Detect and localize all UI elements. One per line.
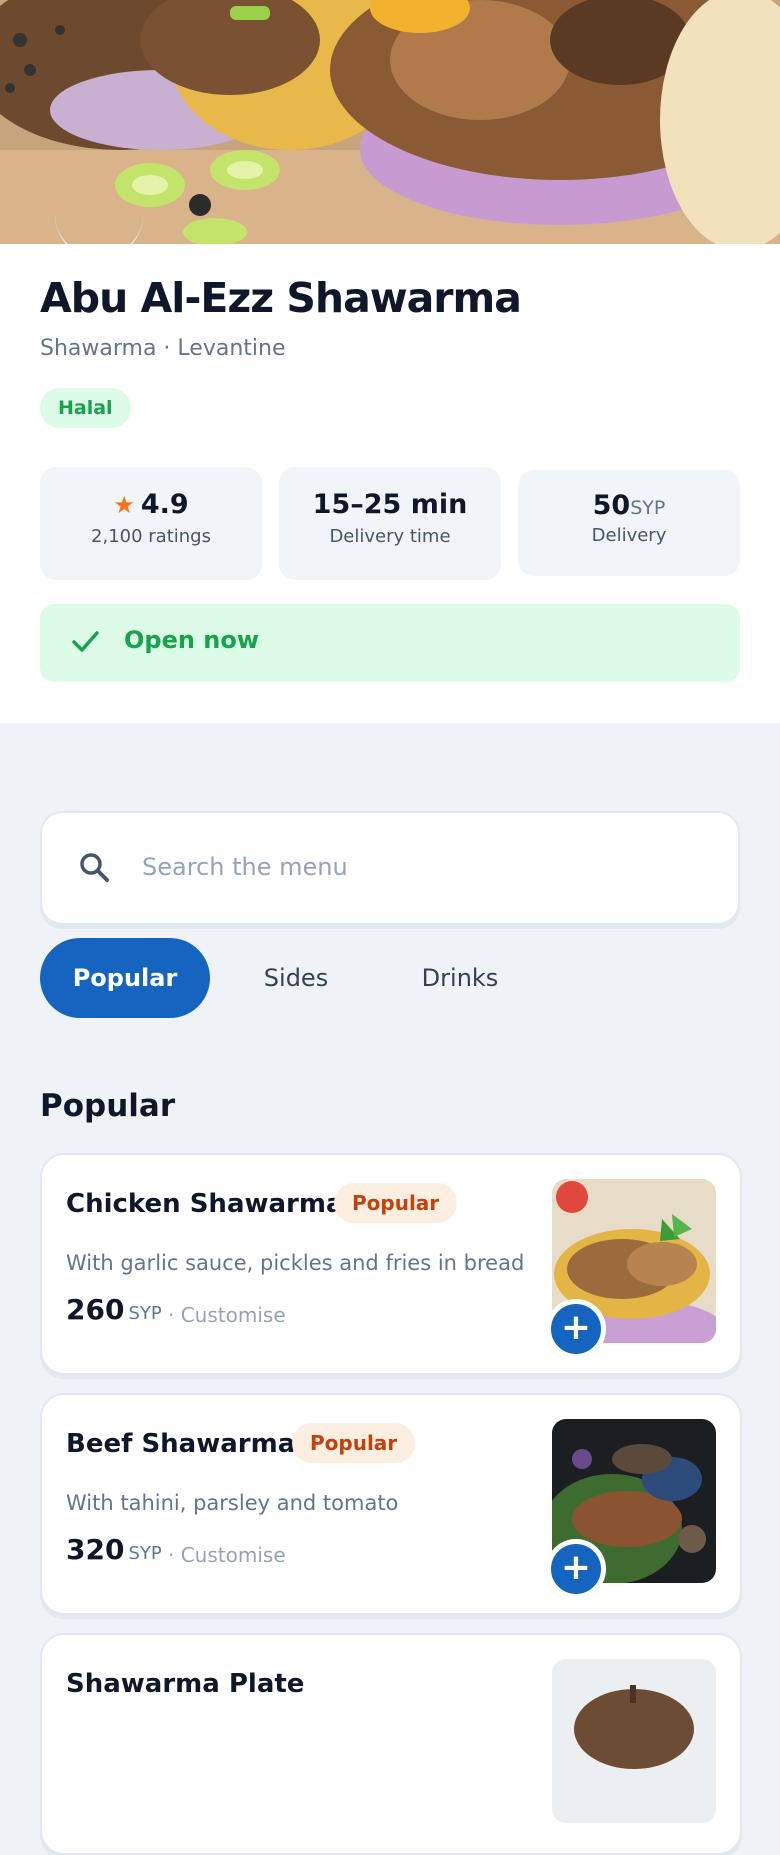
menu-item-card[interactable]: Chicken Shawarma Popular With garlic sau… [40, 1153, 742, 1375]
open-status-label: Open now [124, 626, 260, 654]
ratings-count: 2,100 ratings [91, 526, 211, 547]
restaurant-cuisine: Shawarma · Levantine [40, 336, 286, 361]
delivery-fee-value: 50 [592, 490, 631, 521]
menu-item-description: With garlic sauce, pickles and fries in … [66, 1251, 525, 1275]
search-input[interactable] [140, 841, 704, 893]
hero-image [0, 0, 780, 244]
price-value: 320 [66, 1533, 125, 1566]
check-icon [70, 626, 100, 660]
delivery-time-stat: 15–25 min Delivery time [279, 467, 501, 580]
rating-value: 4.9 [140, 489, 189, 520]
tab-drinks[interactable]: Drinks [390, 938, 530, 1018]
delivery-fee-label: Delivery [591, 525, 667, 546]
delivery-time-label: Delivery time [329, 526, 451, 547]
open-status-bar: Open now [40, 604, 740, 682]
customise-link[interactable]: · Customise [168, 1543, 286, 1567]
menu-item-price: 320 SYP [66, 1533, 162, 1566]
menu-item-price: 260 SYP [66, 1293, 162, 1326]
menu-item-name: Shawarma Plate [66, 1669, 305, 1699]
price-value: 260 [66, 1293, 125, 1326]
popular-badge: Popular [334, 1183, 458, 1223]
search-icon [78, 851, 110, 887]
tab-popular[interactable]: Popular [40, 938, 210, 1018]
delivery-fee-currency: SYP [630, 497, 666, 519]
price-currency: SYP [128, 1303, 162, 1324]
menu-search[interactable] [40, 811, 740, 925]
delivery-time-value: 15–25 min [312, 489, 468, 520]
restaurant-name: Abu Al-Ezz Shawarma [40, 274, 522, 322]
rating-stat: ★ 4.9 2,100 ratings [40, 467, 262, 580]
menu-item-image [552, 1659, 716, 1823]
star-icon: ★ [113, 491, 135, 519]
section-title: Popular [40, 1088, 176, 1124]
price-currency: SYP [128, 1543, 162, 1564]
menu-item-card[interactable]: Shawarma Plate [40, 1633, 742, 1855]
delivery-fee-stat: 50SYP Delivery [518, 470, 740, 576]
menu-item-name: Chicken Shawarma [66, 1189, 344, 1219]
tab-sides[interactable]: Sides [226, 938, 366, 1018]
popular-badge: Popular [292, 1423, 416, 1463]
menu-item-card[interactable]: Beef Shawarma Popular With tahini, parsl… [40, 1393, 742, 1615]
restaurant-info: Abu Al-Ezz Shawarma Shawarma · Levantine… [0, 244, 780, 723]
add-to-cart-button[interactable]: + [546, 1539, 606, 1599]
halal-badge: Halal [40, 388, 131, 428]
menu-item-name: Beef Shawarma [66, 1429, 296, 1459]
add-to-cart-button[interactable]: + [546, 1299, 606, 1359]
menu-item-description: With tahini, parsley and tomato [66, 1491, 399, 1515]
customise-link[interactable]: · Customise [168, 1303, 286, 1327]
